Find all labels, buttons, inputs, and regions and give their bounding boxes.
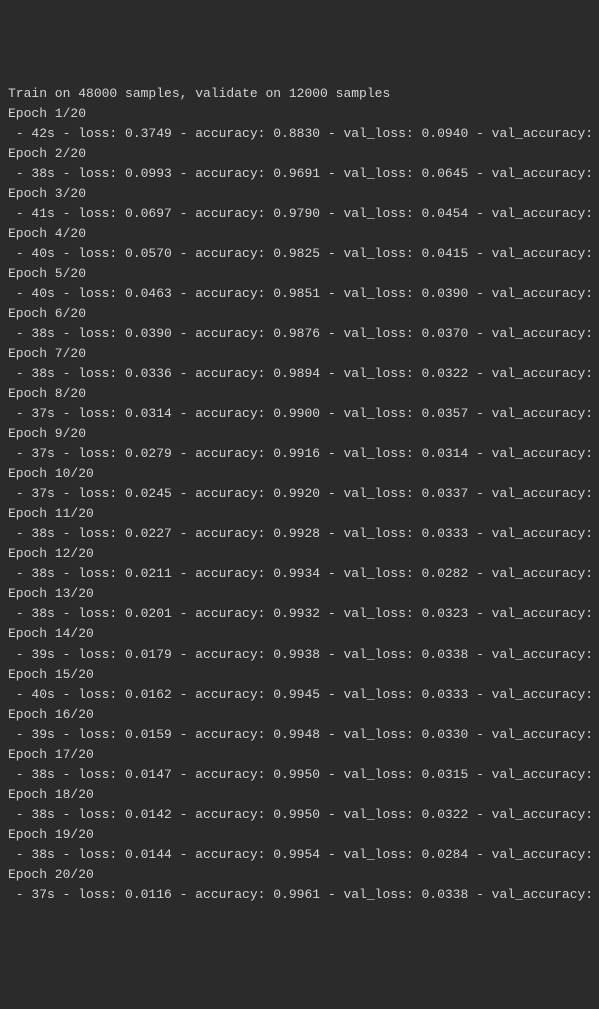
epoch-metrics: - 38s - loss: 0.0211 - accuracy: 0.9934 … — [8, 564, 591, 584]
epoch-header: Epoch 11/20 — [8, 504, 591, 524]
terminal-output: Train on 48000 samples, validate on 1200… — [8, 84, 591, 905]
epoch-metrics: - 38s - loss: 0.0993 - accuracy: 0.9691 … — [8, 164, 591, 184]
epoch-metrics: - 42s - loss: 0.3749 - accuracy: 0.8830 … — [8, 124, 591, 144]
epoch-header: Epoch 19/20 — [8, 825, 591, 845]
epoch-metrics: - 40s - loss: 0.0570 - accuracy: 0.9825 … — [8, 244, 591, 264]
epoch-header: Epoch 8/20 — [8, 384, 591, 404]
epoch-metrics: - 41s - loss: 0.0697 - accuracy: 0.9790 … — [8, 204, 591, 224]
epoch-header: Epoch 14/20 — [8, 624, 591, 644]
epoch-metrics: - 39s - loss: 0.0179 - accuracy: 0.9938 … — [8, 645, 591, 665]
epoch-header: Epoch 2/20 — [8, 144, 591, 164]
epoch-metrics: - 40s - loss: 0.0162 - accuracy: 0.9945 … — [8, 685, 591, 705]
epoch-header: Epoch 7/20 — [8, 344, 591, 364]
epoch-header: Epoch 17/20 — [8, 745, 591, 765]
epoch-metrics: - 39s - loss: 0.0159 - accuracy: 0.9948 … — [8, 725, 591, 745]
epoch-metrics: - 38s - loss: 0.0201 - accuracy: 0.9932 … — [8, 604, 591, 624]
epoch-header: Epoch 6/20 — [8, 304, 591, 324]
epoch-metrics: - 38s - loss: 0.0147 - accuracy: 0.9950 … — [8, 765, 591, 785]
epoch-header: Epoch 4/20 — [8, 224, 591, 244]
epoch-header: Epoch 9/20 — [8, 424, 591, 444]
epoch-metrics: - 37s - loss: 0.0314 - accuracy: 0.9900 … — [8, 404, 591, 424]
epoch-header: Epoch 13/20 — [8, 584, 591, 604]
epoch-header: Epoch 18/20 — [8, 785, 591, 805]
epoch-header: Epoch 1/20 — [8, 104, 591, 124]
training-header: Train on 48000 samples, validate on 1200… — [8, 84, 591, 104]
epoch-metrics: - 37s - loss: 0.0245 - accuracy: 0.9920 … — [8, 484, 591, 504]
epoch-header: Epoch 15/20 — [8, 665, 591, 685]
epoch-metrics: - 38s - loss: 0.0142 - accuracy: 0.9950 … — [8, 805, 591, 825]
epoch-header: Epoch 10/20 — [8, 464, 591, 484]
epoch-header: Epoch 3/20 — [8, 184, 591, 204]
epoch-header: Epoch 5/20 — [8, 264, 591, 284]
epoch-metrics: - 37s - loss: 0.0279 - accuracy: 0.9916 … — [8, 444, 591, 464]
epoch-metrics: - 38s - loss: 0.0336 - accuracy: 0.9894 … — [8, 364, 591, 384]
epoch-metrics: - 38s - loss: 0.0144 - accuracy: 0.9954 … — [8, 845, 591, 865]
epoch-header: Epoch 12/20 — [8, 544, 591, 564]
epoch-header: Epoch 20/20 — [8, 865, 591, 885]
epoch-metrics: - 38s - loss: 0.0390 - accuracy: 0.9876 … — [8, 324, 591, 344]
epoch-header: Epoch 16/20 — [8, 705, 591, 725]
epoch-metrics: - 40s - loss: 0.0463 - accuracy: 0.9851 … — [8, 284, 591, 304]
epoch-metrics: - 37s - loss: 0.0116 - accuracy: 0.9961 … — [8, 885, 591, 905]
epoch-metrics: - 38s - loss: 0.0227 - accuracy: 0.9928 … — [8, 524, 591, 544]
